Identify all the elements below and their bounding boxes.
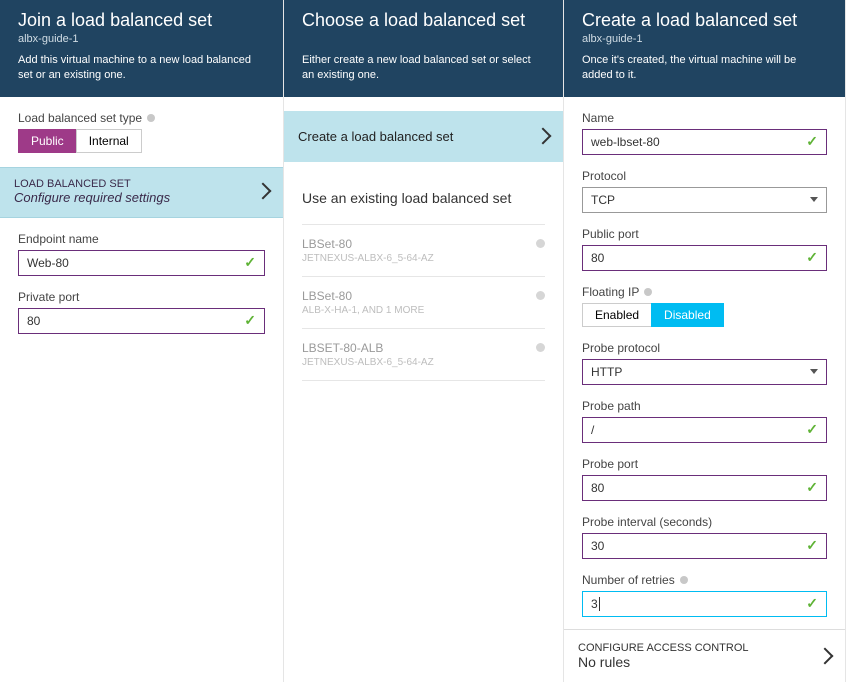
panel3-title: Create a load balanced set [582, 10, 827, 31]
chevron-right-icon [255, 183, 272, 200]
protocol-label: Protocol [582, 169, 827, 183]
public-port-input[interactable]: 80 ✓ [582, 245, 827, 271]
probe-path-label: Probe path [582, 399, 827, 413]
probe-protocol-label: Probe protocol [582, 341, 827, 355]
probe-port-input[interactable]: 80 ✓ [582, 475, 827, 501]
protocol-value: TCP [591, 193, 615, 207]
probe-port-label: Probe port [582, 457, 827, 471]
create-lb-label: Create a load balanced set [298, 129, 453, 144]
lb-type-label: Load balanced set type [18, 111, 265, 125]
check-icon: ✓ [806, 421, 818, 438]
chevron-down-icon [810, 197, 818, 202]
check-icon: ✓ [244, 254, 256, 271]
probe-interval-value: 30 [591, 539, 604, 553]
info-icon [536, 343, 545, 352]
panel1-subtitle: albx-guide-1 [18, 33, 265, 45]
endpoint-name-label: Endpoint name [18, 232, 265, 246]
lb-type-toggle: Public Internal [18, 129, 265, 153]
existing-name: LBSet-80 [302, 237, 434, 251]
probe-port-value: 80 [591, 481, 604, 495]
panel2-desc: Either create a new load balanced set or… [302, 53, 545, 83]
existing-sub: JETNEXUS-ALBX-6_5-64-AZ [302, 357, 434, 368]
existing-name: LBSET-80-ALB [302, 341, 434, 355]
info-icon [536, 291, 545, 300]
private-port-value: 80 [27, 314, 40, 328]
chevron-right-icon [535, 128, 552, 145]
panel1-header: Join a load balanced set albx-guide-1 Ad… [0, 0, 283, 97]
list-item[interactable]: LBSet-80 ALB-X-HA-1, AND 1 MORE [302, 277, 545, 329]
panel2-header: Choose a load balanced set Either create… [284, 0, 563, 97]
configure-access-control[interactable]: CONFIGURE ACCESS CONTROL No rules [564, 629, 845, 682]
existing-sub: ALB-X-HA-1, AND 1 MORE [302, 305, 424, 316]
public-port-value: 80 [591, 251, 604, 265]
panel1-desc: Add this virtual machine to a new load b… [18, 53, 265, 83]
floating-ip-label: Floating IP [582, 285, 827, 299]
endpoint-name-value: Web-80 [27, 256, 69, 270]
use-existing-title: Use an existing load balanced set [302, 190, 545, 206]
existing-sub: JETNEXUS-ALBX-6_5-64-AZ [302, 253, 434, 264]
banner-title: LOAD BALANCED SET [14, 178, 170, 190]
private-port-label: Private port [18, 290, 265, 304]
name-label: Name [582, 111, 827, 125]
floating-disabled[interactable]: Disabled [651, 303, 724, 327]
floating-ip-toggle: Enabled Disabled [582, 303, 827, 327]
probe-protocol-value: HTTP [591, 365, 622, 379]
choose-lb-panel: Choose a load balanced set Either create… [284, 0, 564, 682]
panel3-subtitle: albx-guide-1 [582, 33, 827, 45]
chevron-down-icon [810, 369, 818, 374]
public-port-label: Public port [582, 227, 827, 241]
check-icon: ✓ [244, 312, 256, 329]
panel3-header: Create a load balanced set albx-guide-1 … [564, 0, 845, 97]
list-item[interactable]: LBSET-80-ALB JETNEXUS-ALBX-6_5-64-AZ [302, 329, 545, 381]
probe-protocol-select[interactable]: HTTP [582, 359, 827, 385]
private-port-input[interactable]: 80 ✓ [18, 308, 265, 334]
info-icon [536, 239, 545, 248]
join-lb-panel: Join a load balanced set albx-guide-1 Ad… [0, 0, 284, 682]
panel2-title: Choose a load balanced set [302, 10, 545, 31]
probe-interval-input[interactable]: 30 ✓ [582, 533, 827, 559]
panel3-desc: Once it's created, the virtual machine w… [582, 53, 827, 83]
banner-subtitle: Configure required settings [14, 190, 170, 205]
check-icon: ✓ [806, 537, 818, 554]
lb-type-internal[interactable]: Internal [76, 129, 142, 153]
retries-input[interactable]: 3 ✓ [582, 591, 827, 617]
retries-label: Number of retries [582, 573, 827, 587]
name-value: web-lbset-80 [591, 135, 660, 149]
floating-enabled[interactable]: Enabled [582, 303, 651, 327]
check-icon: ✓ [806, 479, 818, 496]
list-item[interactable]: LBSet-80 JETNEXUS-ALBX-6_5-64-AZ [302, 225, 545, 277]
lb-type-public[interactable]: Public [18, 129, 76, 153]
check-icon: ✓ [806, 133, 818, 150]
endpoint-name-input[interactable]: Web-80 ✓ [18, 250, 265, 276]
protocol-select[interactable]: TCP [582, 187, 827, 213]
create-lb-banner[interactable]: Create a load balanced set [284, 111, 563, 162]
retries-value: 3 [591, 597, 600, 611]
spacer [302, 33, 545, 45]
check-icon: ✓ [806, 249, 818, 266]
probe-path-input[interactable]: / ✓ [582, 417, 827, 443]
check-icon: ✓ [806, 595, 818, 612]
probe-interval-label: Probe interval (seconds) [582, 515, 827, 529]
create-lb-panel: Create a load balanced set albx-guide-1 … [564, 0, 846, 682]
access-title: CONFIGURE ACCESS CONTROL [578, 642, 749, 654]
panel1-title: Join a load balanced set [18, 10, 265, 31]
access-subtitle: No rules [578, 654, 749, 670]
name-input[interactable]: web-lbset-80 ✓ [582, 129, 827, 155]
existing-list: LBSet-80 JETNEXUS-ALBX-6_5-64-AZ LBSet-8… [302, 224, 545, 381]
existing-name: LBSet-80 [302, 289, 424, 303]
probe-path-value: / [591, 423, 594, 437]
chevron-right-icon [817, 648, 834, 665]
configure-lb-banner[interactable]: LOAD BALANCED SET Configure required set… [0, 167, 283, 218]
